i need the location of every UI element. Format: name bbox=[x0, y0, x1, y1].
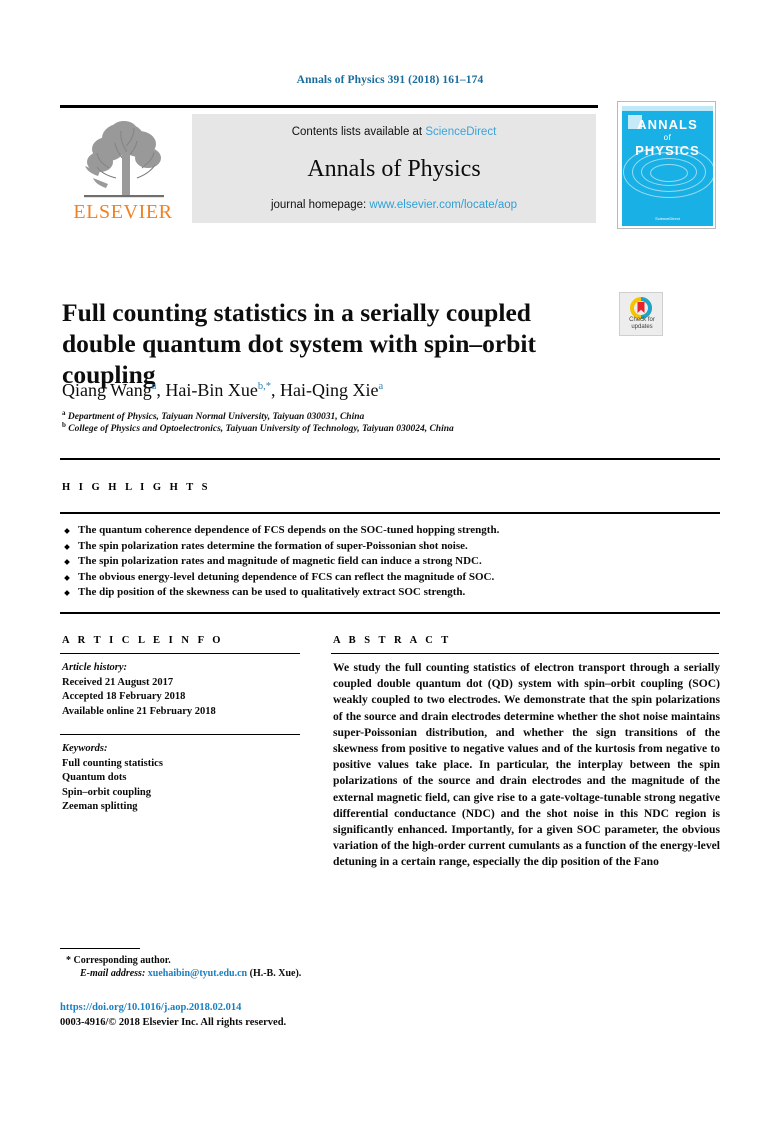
highlights-bottom-rule bbox=[60, 512, 720, 514]
article-history-label: Article history: bbox=[62, 662, 128, 673]
article-first-page: Annals of Physics 391 (2018) 161–174 ELS… bbox=[0, 0, 780, 1134]
crossmark-badge[interactable]: Check for updates bbox=[619, 292, 663, 336]
elsevier-tree-icon bbox=[84, 121, 164, 198]
journal-cover-thumbnail: ANNALS of PHYSICS ScienceDirect bbox=[617, 101, 716, 229]
keyword: Zeeman splitting bbox=[62, 801, 138, 812]
affiliation-text: College of Physics and Optoelectronics, … bbox=[68, 424, 454, 435]
email-note: E-mail address: xuehaibin@tyut.edu.cn (H… bbox=[80, 968, 580, 979]
article-info-heading: A R T I C L E I N F O bbox=[62, 635, 224, 646]
footnote-rule bbox=[60, 948, 140, 949]
corresponding-author-marker: ,* bbox=[263, 381, 271, 392]
keyword: Quantum dots bbox=[62, 772, 127, 783]
email-label: E-mail address: bbox=[80, 968, 146, 979]
journal-homepage-line: journal homepage: www.elsevier.com/locat… bbox=[192, 199, 596, 211]
affiliation: b College of Physics and Optoelectronics… bbox=[62, 421, 682, 434]
list-item: The quantum coherence dependence of FCS … bbox=[62, 523, 722, 539]
article-info-sub-rule bbox=[60, 653, 300, 654]
elsevier-logo: ELSEVIER bbox=[62, 116, 184, 224]
article-history-accepted: Accepted 18 February 2018 bbox=[62, 691, 186, 702]
author-list: Qiang Wanga, Hai-Bin Xueb,*, Hai-Qing Xi… bbox=[62, 380, 662, 401]
email-link[interactable]: xuehaibin@tyut.edu.cn bbox=[148, 968, 247, 979]
copyright-line: 0003-4916/© 2018 Elsevier Inc. All right… bbox=[60, 1017, 287, 1028]
contents-lists-prefix: Contents lists available at bbox=[291, 126, 426, 138]
page-title: Full counting statistics in a serially c… bbox=[62, 298, 536, 390]
masthead-top-rule bbox=[60, 105, 598, 108]
list-item: The spin polarization rates and magnitud… bbox=[62, 554, 722, 570]
crossmark-label: Check for updates bbox=[620, 317, 664, 331]
highlights-heading: H I G H L I G H T S bbox=[62, 482, 211, 493]
highlights-top-rule bbox=[60, 458, 720, 460]
masthead-contents-box: Contents lists available at ScienceDirec… bbox=[192, 114, 596, 223]
affiliation-mark: b bbox=[62, 421, 66, 429]
cover-ripple-icon bbox=[622, 146, 713, 198]
keyword: Spin–orbit coupling bbox=[62, 786, 151, 798]
contents-lists-line: Contents lists available at ScienceDirec… bbox=[192, 126, 596, 138]
abstract-sub-rule bbox=[331, 653, 719, 654]
corresponding-author-note: * Corresponding author. bbox=[66, 954, 566, 968]
journal-homepage-prefix: journal homepage: bbox=[270, 199, 370, 211]
cover-title-of: of bbox=[663, 133, 672, 142]
author-sep: , bbox=[270, 380, 280, 400]
journal-cover-art: ANNALS of PHYSICS ScienceDirect bbox=[622, 106, 713, 226]
email-owner: (H.-B. Xue). bbox=[249, 968, 302, 979]
doi-link[interactable]: https://doi.org/10.1016/j.aop.2018.02.01… bbox=[60, 1002, 241, 1013]
cover-top-band bbox=[622, 106, 713, 111]
article-info-top-rule bbox=[60, 612, 720, 614]
author-name: Hai-Bin Xue bbox=[165, 380, 258, 400]
journal-title: Annals of Physics bbox=[307, 156, 481, 182]
article-history-online: Available online 21 February 2018 bbox=[62, 705, 216, 717]
author-affil-mark: a bbox=[378, 381, 384, 392]
crossmark-check-for-updates-icon bbox=[630, 297, 652, 319]
cover-title-annals: ANNALS bbox=[637, 117, 698, 132]
author-name: Hai-Qing Xie bbox=[279, 380, 379, 400]
running-head: Annals of Physics 391 (2018) 161–174 bbox=[296, 74, 484, 86]
cover-footer-text: ScienceDirect bbox=[655, 216, 680, 221]
author-name: Qiang Wang bbox=[62, 380, 152, 400]
list-item: The obvious energy-level detuning depend… bbox=[62, 570, 722, 586]
corresponding-author-text: Corresponding author. bbox=[73, 955, 171, 966]
elsevier-wordmark: ELSEVIER bbox=[73, 201, 173, 223]
affiliation-mark: a bbox=[62, 409, 66, 417]
sciencedirect-link[interactable]: ScienceDirect bbox=[425, 126, 496, 138]
keywords-rule bbox=[60, 734, 300, 735]
abstract-heading: A B S T R A C T bbox=[333, 635, 452, 646]
list-item: The dip position of the skewness can be … bbox=[62, 585, 722, 601]
crossmark-line-1: Check for bbox=[629, 317, 655, 323]
keywords-block: Keywords: Full counting statistics Quant… bbox=[62, 742, 312, 815]
corresponding-author-star: * bbox=[66, 955, 71, 966]
highlights-list: The quantum coherence dependence of FCS … bbox=[62, 523, 722, 601]
article-history-received: Received 21 August 2017 bbox=[62, 676, 174, 688]
journal-homepage-link[interactable]: www.elsevier.com/locate/aop bbox=[369, 199, 517, 211]
list-item: The spin polarization rates determine th… bbox=[62, 539, 722, 555]
keyword: Full counting statistics bbox=[62, 757, 163, 769]
article-history-block: Article history: Received 21 August 2017… bbox=[62, 661, 312, 719]
crossmark-line-2: updates bbox=[631, 324, 653, 330]
keywords-label: Keywords: bbox=[62, 743, 108, 754]
abstract-text: We study the full counting statistics of… bbox=[333, 661, 720, 869]
